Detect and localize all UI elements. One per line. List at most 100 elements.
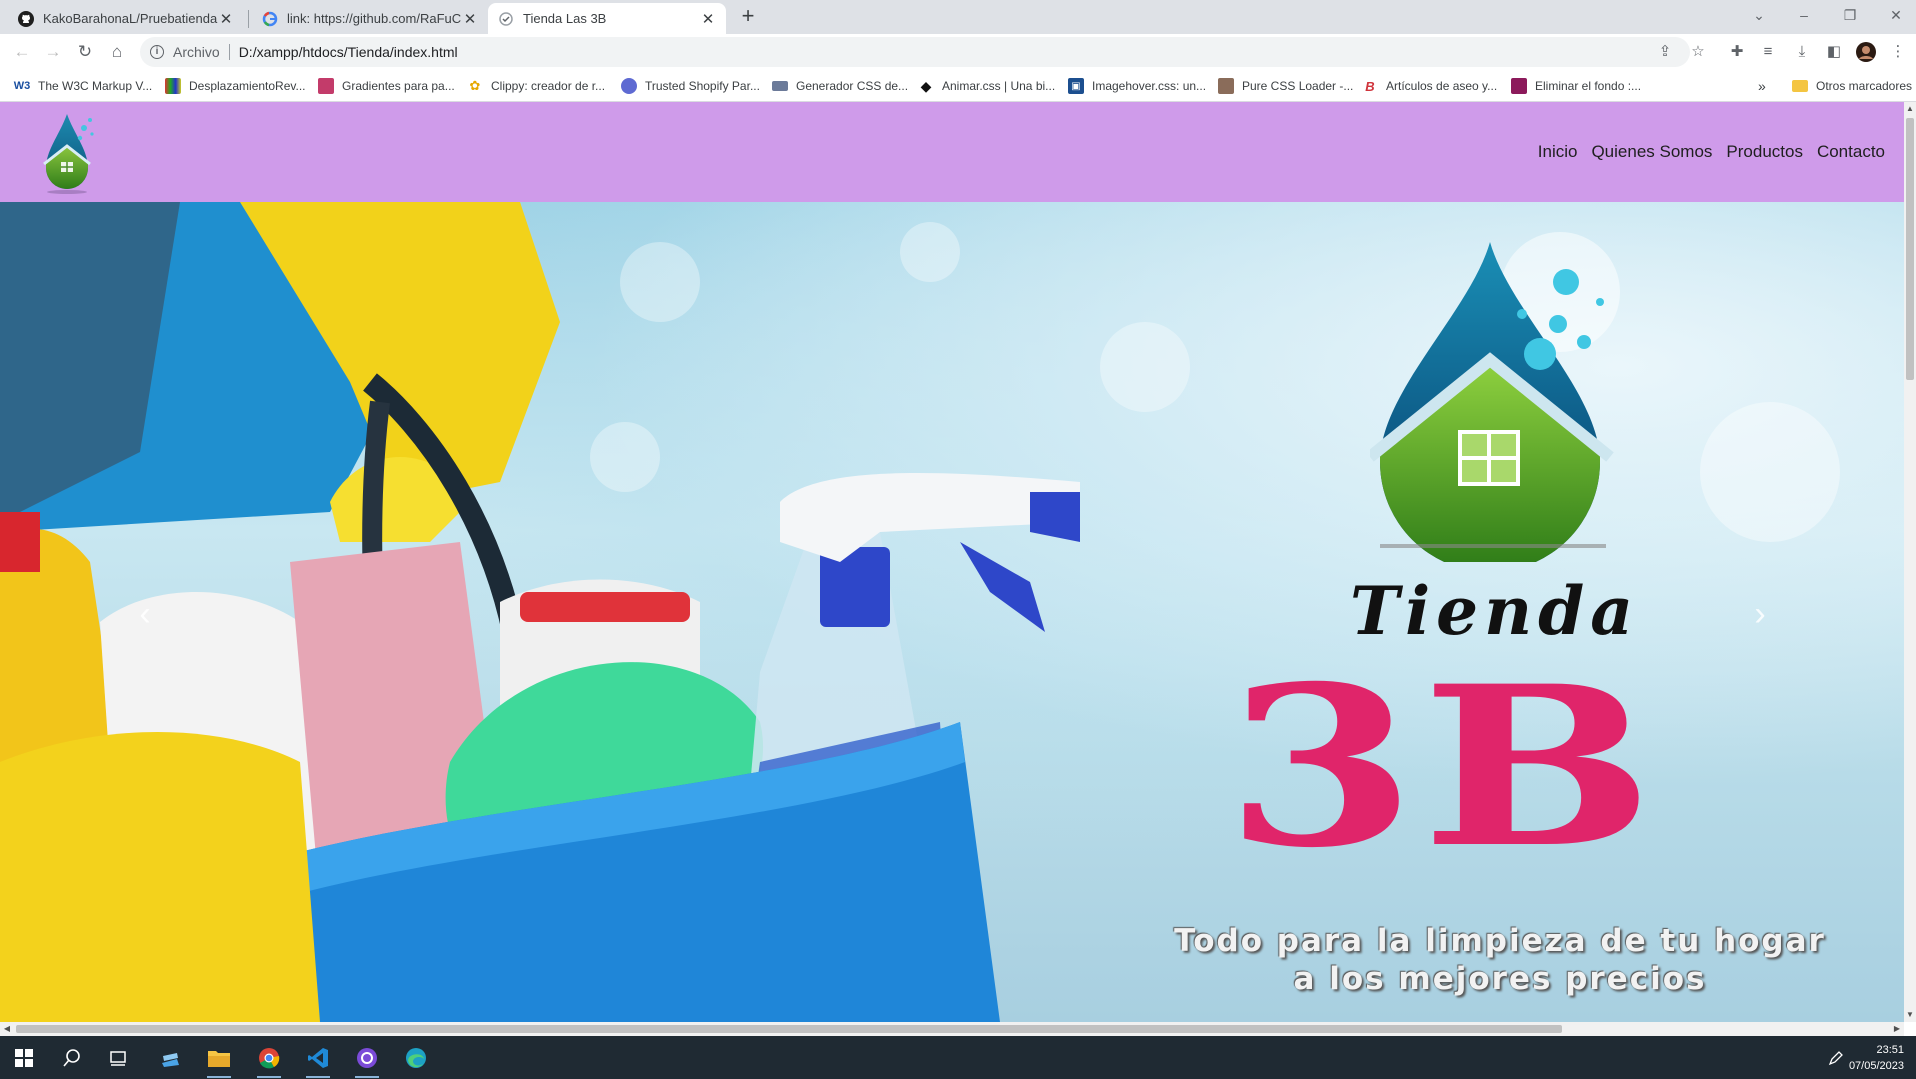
hero-tagline-line1: Todo para la limpieza de tu hogar	[1174, 923, 1826, 959]
bookmark-item[interactable]: ◆ Animar.css | Una bi...	[918, 77, 1056, 95]
bookmark-label: Imagehover.css: un...	[1092, 79, 1207, 93]
edge-icon[interactable]	[402, 1044, 430, 1072]
stack-icon[interactable]	[156, 1044, 184, 1072]
bookmark-label: Trusted Shopify Par...	[645, 79, 760, 93]
bookmark-item[interactable]: Gradientes para pa...	[318, 77, 455, 95]
close-tab-icon[interactable]: ✕	[218, 10, 234, 28]
search-icon[interactable]	[58, 1044, 86, 1072]
bookmark-label: Gradientes para pa...	[342, 79, 455, 93]
profile-avatar[interactable]	[1856, 42, 1876, 62]
bookmark-icon	[772, 81, 788, 91]
share-icon[interactable]: ⇪	[1655, 42, 1675, 62]
horizontal-scrollbar[interactable]: ◀ ▶	[0, 1022, 1904, 1036]
bookmark-item[interactable]: W3 The W3C Markup V...	[13, 77, 153, 95]
scroll-down-arrow-icon[interactable]: ▼	[1904, 1008, 1916, 1022]
nav-link-contacto[interactable]: Contacto	[1810, 142, 1892, 162]
bookmark-item[interactable]: Eliminar el fondo :...	[1511, 77, 1641, 95]
bookmark-icon: B	[1365, 78, 1375, 94]
bookmark-icon	[165, 78, 181, 94]
hero-brand-logo-icon	[1370, 242, 1614, 562]
w3c-icon: W3	[13, 80, 31, 92]
brand-logo-icon[interactable]	[40, 110, 102, 198]
bookmark-label: Eliminar el fondo :...	[1535, 79, 1642, 93]
tab-search-icon[interactable]: ⌄	[1747, 4, 1771, 26]
bookmark-label: Artículos de aseo y...	[1386, 79, 1498, 93]
hero-brand-mark: 3B	[1225, 637, 1659, 896]
nav-link-quienes-somos[interactable]: Quienes Somos	[1584, 142, 1719, 162]
minimize-button[interactable]: –	[1792, 4, 1816, 26]
reload-button[interactable]: ↻	[73, 40, 97, 64]
tab-strip: KakoBarahonaL/Pruebatienda: Re ✕ link: h…	[0, 0, 1916, 34]
bookmark-item[interactable]: DesplazamientoRev...	[165, 77, 306, 95]
info-icon[interactable]: i	[150, 45, 164, 59]
windows-start-icon[interactable]	[10, 1044, 38, 1072]
windows-taskbar: 23:51 07/05/2023	[0, 1036, 1916, 1079]
tab-title: link: https://github.com/RaFuCho	[287, 11, 462, 26]
more-bookmarks-chevron-icon[interactable]: »	[1758, 77, 1766, 95]
bookmark-icon	[1511, 78, 1527, 94]
browser-tab[interactable]: link: https://github.com/RaFuCho ✕	[252, 3, 488, 34]
system-clock[interactable]: 23:51 07/05/2023	[1849, 1042, 1904, 1074]
scroll-up-arrow-icon[interactable]: ▲	[1904, 102, 1916, 116]
bookmark-label: Generador CSS de...	[796, 79, 909, 93]
image-icon: ▣	[1068, 78, 1084, 94]
browser-tab[interactable]: KakoBarahonaL/Pruebatienda: Re ✕	[8, 3, 244, 34]
file-explorer-icon[interactable]	[205, 1044, 233, 1078]
horizontal-scroll-thumb[interactable]	[16, 1025, 1562, 1033]
bookmark-item[interactable]: Trusted Shopify Par...	[621, 77, 760, 95]
vertical-scroll-thumb[interactable]	[1906, 118, 1914, 380]
address-bar[interactable]: i Archivo D:/xampp/htdocs/Tienda/index.h…	[140, 37, 1690, 67]
browser-tab-active[interactable]: Tienda Las 3B ✕	[488, 3, 726, 34]
bokeh-light	[1100, 322, 1190, 412]
task-view-icon[interactable]	[104, 1044, 132, 1072]
back-button[interactable]: ←	[10, 40, 34, 64]
bookmark-item[interactable]: ✿ Clippy: creador de r...	[467, 77, 606, 95]
tab-divider	[248, 10, 249, 28]
bookmark-star-icon[interactable]: ☆	[1688, 42, 1708, 62]
new-tab-button[interactable]: +	[737, 5, 759, 27]
restore-button[interactable]: ❐	[1838, 4, 1862, 26]
menu-kebab-icon[interactable]: ⋮	[1888, 42, 1908, 62]
bookmark-label: The W3C Markup V...	[38, 79, 153, 93]
reading-list-icon[interactable]: ≡	[1758, 42, 1778, 62]
vscode-icon[interactable]	[304, 1044, 332, 1078]
nav-link-productos[interactable]: Productos	[1719, 142, 1810, 162]
carousel-next-icon[interactable]: ›	[1745, 594, 1775, 634]
scroll-right-arrow-icon[interactable]: ▶	[1890, 1022, 1904, 1036]
address-url[interactable]: D:/xampp/htdocs/Tienda/index.html	[239, 44, 458, 60]
close-tab-icon[interactable]: ✕	[700, 10, 716, 28]
tab-title: Tienda Las 3B	[523, 11, 607, 26]
other-bookmarks-folder[interactable]: Otros marcadores	[1792, 77, 1912, 95]
hero-tagline: Todo para la limpieza de tu hogar a los …	[1170, 922, 1830, 998]
page-loading-icon	[498, 11, 514, 27]
bookmark-item[interactable]: B Artículos de aseo y...	[1362, 77, 1497, 95]
site-navbar: Inicio Quienes Somos Productos Contacto	[0, 102, 1904, 202]
bookmark-icon	[1218, 78, 1234, 94]
close-window-button[interactable]: ✕	[1884, 4, 1908, 26]
hero-carousel: Tienda 3B Todo para la limpieza de tu ho…	[0, 202, 1904, 1022]
tab-title: KakoBarahonaL/Pruebatienda: Re	[43, 11, 218, 26]
scroll-left-arrow-icon[interactable]: ◀	[0, 1022, 14, 1036]
bookmark-icon	[318, 78, 334, 94]
clock-time: 23:51	[1876, 1044, 1904, 1056]
cleaning-supplies-illustration	[0, 202, 1080, 1022]
bookmark-item[interactable]: Generador CSS de...	[772, 77, 908, 95]
chrome-icon[interactable]	[255, 1044, 283, 1078]
extensions-icon[interactable]: ✚	[1727, 42, 1747, 62]
clock-date: 07/05/2023	[1848, 1060, 1904, 1072]
github-desktop-icon[interactable]	[353, 1044, 381, 1078]
side-panel-icon[interactable]: ◧	[1824, 42, 1844, 62]
nav-link-inicio[interactable]: Inicio	[1531, 142, 1585, 162]
home-button[interactable]: ⌂	[105, 40, 129, 64]
carousel-prev-icon[interactable]: ‹	[130, 594, 160, 634]
bookmark-item[interactable]: ▣ Imagehover.css: un...	[1068, 77, 1206, 95]
vertical-scrollbar[interactable]: ▲ ▼	[1904, 102, 1916, 1022]
forward-button[interactable]: →	[41, 40, 65, 64]
github-icon	[18, 10, 34, 27]
close-tab-icon[interactable]: ✕	[462, 10, 478, 28]
pen-icon[interactable]	[1822, 1044, 1850, 1072]
bookmark-item[interactable]: Pure CSS Loader -...	[1218, 77, 1353, 95]
folder-icon	[1792, 80, 1808, 92]
download-icon[interactable]: ⤓	[1792, 42, 1812, 62]
page-viewport: Inicio Quienes Somos Productos Contacto	[0, 102, 1904, 1022]
